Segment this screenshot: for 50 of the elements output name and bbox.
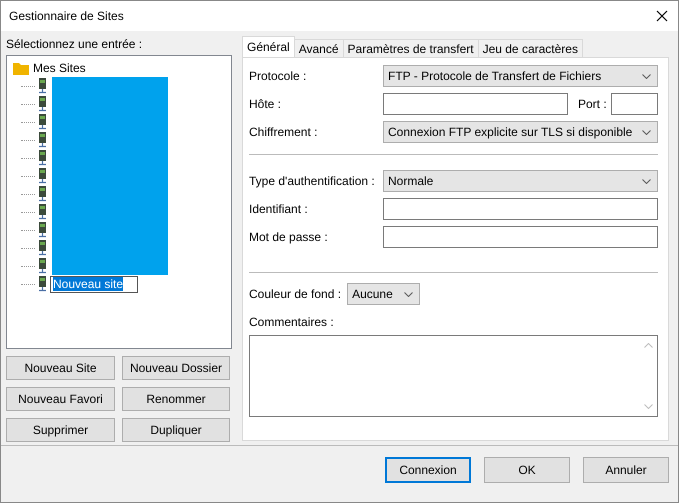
server-icon <box>38 240 47 256</box>
tree-button[interactable]: Renommer <box>122 387 230 411</box>
server-icon <box>38 132 47 148</box>
field-label: Mot de passe : <box>249 230 329 244</box>
server-icon <box>38 168 47 184</box>
tree-button[interactable]: Dupliquer <box>122 418 230 442</box>
dropdown[interactable]: Connexion FTP explicite sur TLS si disponible <box>383 121 658 143</box>
server-icon <box>38 186 47 202</box>
dialog-button[interactable]: Annuler <box>583 457 669 483</box>
host-field[interactable] <box>383 93 568 115</box>
server-icon <box>38 276 47 292</box>
tree-button[interactable]: Nouveau Dossier <box>122 356 230 380</box>
dialog-button[interactable]: OK <box>484 457 570 483</box>
server-icon <box>38 96 47 112</box>
chevron-icon <box>642 178 651 184</box>
field-label: Hôte : <box>249 97 282 111</box>
port-field[interactable] <box>611 93 658 115</box>
chevron-icon <box>404 292 414 296</box>
server-icon <box>38 78 47 94</box>
tree-button[interactable]: Nouveau Favori <box>6 387 115 411</box>
field-label: Couleur de fond : <box>249 287 342 301</box>
tab[interactable]: Jeu de caractères <box>478 39 583 57</box>
chevron-icon <box>642 130 651 134</box>
window-title: Gestionnaire de Sites <box>9 9 124 23</box>
field-label: Identifiant : <box>249 202 309 216</box>
close-icon[interactable] <box>656 10 668 22</box>
field-label: Chiffrement : <box>249 125 318 139</box>
tab[interactable]: Général <box>242 36 295 57</box>
server-icon <box>38 114 47 130</box>
field-label: Protocole : <box>249 69 308 83</box>
folder-icon <box>13 62 29 74</box>
input-field[interactable] <box>383 226 658 248</box>
dropdown[interactable]: FTP - Protocole de Transfert de Fichiers <box>383 65 658 87</box>
tree-label: Sélectionnez une entrée : <box>6 37 144 53</box>
dialog-button[interactable]: Connexion <box>385 457 471 483</box>
rename-field[interactable]: Nouveau site <box>50 276 138 292</box>
dropdown[interactable]: Aucune <box>347 283 420 305</box>
server-icon <box>38 258 47 274</box>
server-icon <box>38 222 47 238</box>
tree-item[interactable]: Mes Sites <box>33 61 86 75</box>
chevron-icon <box>642 74 651 78</box>
field-label: Type d'authentification : <box>249 174 376 188</box>
field-label: Commentaires : <box>249 315 335 329</box>
field-label: Port : <box>578 97 608 111</box>
tree-button[interactable]: Supprimer <box>6 418 115 442</box>
server-icon <box>38 150 47 166</box>
tree-button[interactable]: Nouveau Site <box>6 356 115 380</box>
input-field[interactable] <box>383 198 658 220</box>
dropdown[interactable]: Normale <box>383 170 658 192</box>
server-icon <box>38 204 47 220</box>
